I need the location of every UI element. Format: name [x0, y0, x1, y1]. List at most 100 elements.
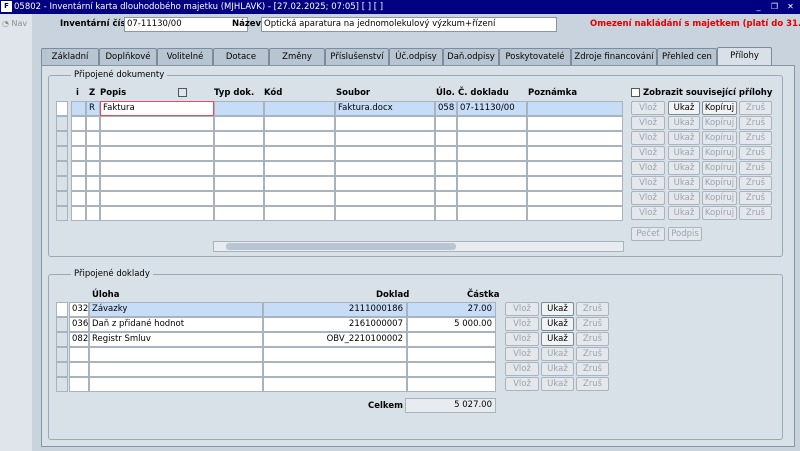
cell-poznamka[interactable] [527, 101, 623, 116]
hscroll-thumb[interactable] [226, 243, 456, 250]
dokl-cell-castka[interactable]: 5 000.00 [407, 317, 496, 332]
dokl-vloz-button[interactable]: Vlož [505, 347, 539, 361]
empty-cell[interactable] [86, 176, 100, 191]
empty-cell[interactable] [86, 131, 100, 146]
kopiruj-button[interactable]: Kopíruj [702, 206, 737, 220]
zrus-button[interactable]: Zruš [739, 176, 772, 190]
empty-cell[interactable] [100, 206, 214, 221]
cell-i[interactable] [71, 101, 86, 116]
dokl-vloz-button[interactable]: Vlož [505, 362, 539, 376]
dokl-cell-code[interactable] [69, 377, 89, 392]
dokl-cell-uloha[interactable] [89, 347, 263, 362]
empty-cell[interactable] [457, 191, 527, 206]
vloz-button[interactable]: Vlož [631, 206, 665, 220]
vloz-button[interactable]: Vlož [631, 131, 665, 145]
empty-cell[interactable] [86, 161, 100, 176]
empty-cell[interactable] [335, 116, 435, 131]
empty-cell[interactable] [214, 161, 264, 176]
empty-cell[interactable] [264, 176, 335, 191]
empty-cell[interactable] [264, 131, 335, 146]
dokl-cell-uloha[interactable]: Daň z přidané hodnot [89, 317, 263, 332]
dokl-cell-code[interactable]: 082 [69, 332, 89, 347]
dokl-ukaz-button[interactable]: Ukaž [541, 377, 574, 391]
ukaz-button[interactable]: Ukaž [668, 206, 700, 220]
tab-poskytovatele[interactable]: Poskytovatelé [499, 48, 571, 65]
tab-prehled-cen[interactable]: Přehled cen [657, 48, 717, 65]
dokl-cell-uloha[interactable]: Registr Smluv [89, 332, 263, 347]
empty-cell[interactable] [527, 191, 623, 206]
dokl-cell-uloha[interactable] [89, 362, 263, 377]
dokl-cell-doklad[interactable]: 2111000186 [263, 302, 407, 317]
vloz-button[interactable]: Vlož [631, 191, 665, 205]
dokl-zrus-button[interactable]: Zruš [576, 347, 609, 361]
empty-cell[interactable] [214, 131, 264, 146]
empty-cell[interactable] [100, 116, 214, 131]
empty-cell[interactable] [335, 191, 435, 206]
kopiruj-button[interactable]: Kopíruj [702, 176, 737, 190]
tab-zdroje-financovani[interactable]: Zdroje financování [571, 48, 657, 65]
tab-doplnkove[interactable]: Doplňkové [99, 48, 157, 65]
dokl-zrus-button[interactable]: Zruš [576, 332, 609, 346]
tab-volitelne[interactable]: Volitelné [157, 48, 213, 65]
vloz-button[interactable]: Vlož [631, 101, 665, 115]
tab-zmeny[interactable]: Změny [269, 48, 325, 65]
empty-cell[interactable] [457, 131, 527, 146]
dokl-cell-castka[interactable] [407, 332, 496, 347]
empty-cell[interactable] [527, 131, 623, 146]
ukaz-button[interactable]: Ukaž [668, 161, 700, 175]
empty-cell[interactable] [214, 191, 264, 206]
empty-cell[interactable] [264, 116, 335, 131]
dokl-cell-castka[interactable] [407, 377, 496, 392]
empty-cell[interactable] [100, 161, 214, 176]
empty-cell[interactable] [100, 146, 214, 161]
dokl-ukaz-button[interactable]: Ukaž [541, 362, 574, 376]
cell-z[interactable]: R [86, 101, 100, 116]
cell-soubor[interactable]: Faktura.docx [335, 101, 435, 116]
dokl-cell-code[interactable] [69, 362, 89, 377]
dokl-cell-doklad[interactable] [263, 362, 407, 377]
nav-button[interactable]: ◔ Nav [2, 19, 27, 28]
tab-dotace[interactable]: Dotace [213, 48, 269, 65]
kopiruj-button[interactable]: Kopíruj [702, 131, 737, 145]
empty-cell[interactable] [435, 161, 457, 176]
empty-cell[interactable] [71, 191, 86, 206]
empty-cell[interactable] [435, 131, 457, 146]
zrus-button[interactable]: Zruš [739, 116, 772, 130]
dokl-cell-castka[interactable] [407, 347, 496, 362]
zrus-button[interactable]: Zruš [739, 206, 772, 220]
vloz-button[interactable]: Vlož [631, 116, 665, 130]
empty-cell[interactable] [86, 116, 100, 131]
empty-cell[interactable] [264, 206, 335, 221]
empty-cell[interactable] [457, 206, 527, 221]
kopiruj-button[interactable]: Kopíruj [702, 116, 737, 130]
empty-cell[interactable] [214, 206, 264, 221]
empty-cell[interactable] [335, 161, 435, 176]
empty-cell[interactable] [71, 146, 86, 161]
dokl-cell-code[interactable]: 032 [69, 302, 89, 317]
minimize-icon[interactable]: _ [752, 2, 765, 12]
dokl-cell-doklad[interactable]: 2161000007 [263, 317, 407, 332]
empty-cell[interactable] [527, 206, 623, 221]
empty-cell[interactable] [335, 146, 435, 161]
dokl-zrus-button[interactable]: Zruš [576, 302, 609, 316]
vloz-button[interactable]: Vlož [631, 146, 665, 160]
dokl-cell-code[interactable] [69, 347, 89, 362]
empty-cell[interactable] [435, 176, 457, 191]
empty-cell[interactable] [335, 206, 435, 221]
empty-cell[interactable] [71, 131, 86, 146]
empty-cell[interactable] [527, 116, 623, 131]
dokl-zrus-button[interactable]: Zruš [576, 377, 609, 391]
cell-typ-dok[interactable] [214, 101, 264, 116]
dokl-cell-doklad[interactable]: OBV_2210100002 [263, 332, 407, 347]
kopiruj-button[interactable]: Kopíruj [702, 146, 737, 160]
ukaz-button[interactable]: Ukaž [668, 146, 700, 160]
tab-prislusenstvi[interactable]: Příslušenství [325, 48, 389, 65]
empty-cell[interactable] [527, 176, 623, 191]
dokl-ukaz-button[interactable]: Ukaž [541, 347, 574, 361]
zrus-button[interactable]: Zruš [739, 146, 772, 160]
empty-cell[interactable] [527, 161, 623, 176]
dokl-ukaz-button[interactable]: Ukaž [541, 302, 574, 316]
row-marker[interactable] [56, 317, 68, 332]
dokl-cell-castka[interactable] [407, 362, 496, 377]
empty-cell[interactable] [214, 146, 264, 161]
